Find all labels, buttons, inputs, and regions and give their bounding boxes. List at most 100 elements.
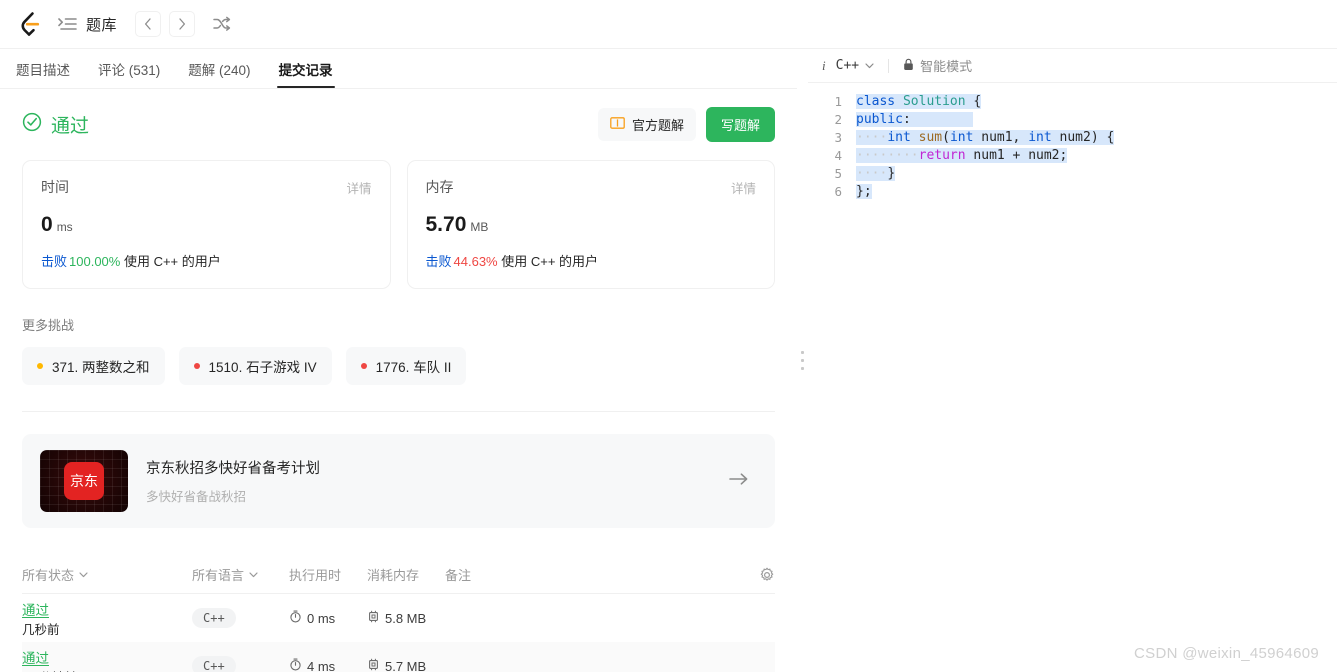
submission-runtime-value: 0 ms (307, 610, 336, 626)
submissions-table: 所有状态 所有语言 执行用时 消耗内存 备注 通过 几秒前 C++ 0 ms 5… (22, 556, 775, 672)
code-line-text: ········return num1 + num2; (856, 148, 1068, 163)
runtime-value-row: 0 ms (41, 213, 372, 237)
difficulty-dot-icon (360, 363, 367, 369)
code-line: 2 public: (808, 111, 1337, 129)
chevron-down-icon (79, 571, 88, 577)
memory-beat-prefix: 击败 (425, 254, 452, 269)
chevron-down-icon (865, 62, 874, 68)
submission-memory-value: 5.8 MB (385, 610, 427, 626)
verdict-row: 通过 官方题解 写题解 (22, 107, 775, 142)
promo-title: 京东秋招多快好省备考计划 (146, 461, 320, 477)
more-challenges-list: 371. 两整数之和 1510. 石子游戏 IV 1776. 车队 II (22, 347, 775, 385)
submission-memory-cell: 5.8 MB (367, 610, 445, 626)
tab-submissions[interactable]: 提交记录 (276, 59, 335, 88)
panel-resize-handle[interactable] (797, 49, 808, 672)
code-line-text: }; (856, 184, 872, 199)
arrow-right-icon[interactable] (729, 472, 757, 491)
memory-beat-value: 44.63% (453, 254, 498, 269)
code-line: 6 }; (808, 183, 1337, 201)
challenge-chip[interactable]: 371. 两整数之和 (22, 347, 165, 385)
table-row[interactable]: 通过 16 分钟前 C++ (22, 642, 775, 672)
table-row[interactable]: 通过 几秒前 C++ 0 ms 5.8 MB (22, 594, 775, 642)
submission-status-link[interactable]: 通过 (22, 599, 192, 619)
code-editor[interactable]: 1 class Solution { 2 public: 3 ····int s… (808, 83, 1337, 201)
memory-chip-icon (367, 658, 380, 672)
leetcode-submission-page: 题库 题目描述 评论 (531) 题解 (240) 提交记录 通过 官方题解 写… (0, 0, 1337, 672)
challenge-chip[interactable]: 1776. 车队 II (345, 347, 467, 385)
language-selector[interactable]: C++ (836, 58, 874, 73)
submission-memory-cell: 5.7 MB (367, 658, 445, 672)
official-solution-label: 官方题解 (631, 118, 684, 133)
code-line-text: class Solution { (856, 94, 982, 109)
official-solution-button[interactable]: 官方题解 (597, 108, 696, 141)
runtime-beat-suffix: 使用 C++ 的用户 (123, 254, 221, 269)
left-panel: 题目描述 评论 (531) 题解 (240) 提交记录 通过 官方题解 写题解 … (0, 49, 797, 672)
memory-value: 5.70 (425, 213, 467, 236)
memory-chip-icon (367, 610, 380, 626)
memory-unit: MB (470, 220, 489, 234)
challenge-label: 1510. 石子游戏 IV (208, 360, 317, 375)
filter-language-label: 所有语言 (192, 568, 245, 583)
main-body: 题目描述 评论 (531) 题解 (240) 提交记录 通过 官方题解 写题解 … (0, 49, 1337, 672)
promo-banner[interactable]: 京东 京东秋招多快好省备考计划 多快好省备战秋招 (22, 434, 775, 528)
problem-list-icon[interactable] (56, 13, 78, 35)
more-challenges-title: 更多挑战 (22, 318, 75, 333)
promo-brand-logo: 京东 (64, 462, 104, 500)
submission-result-content: 通过 官方题解 写题解 时间 详情 0 ms 击败 100.00% 使用 C++… (0, 89, 797, 672)
gear-icon[interactable] (745, 567, 775, 583)
line-number: 5 (834, 166, 842, 181)
code-line-text: ····int sum(int num1, int num2) { (856, 130, 1115, 145)
memory-card: 内存 详情 5.70 MB 击败 44.63% 使用 C++ 的用户 (406, 160, 775, 289)
language-selector-label: C++ (835, 58, 860, 73)
line-number: 4 (834, 148, 842, 163)
smart-mode-label: 智能模式 (920, 59, 973, 74)
next-problem-button[interactable] (169, 11, 196, 37)
prev-problem-button[interactable] (135, 11, 162, 37)
shuffle-icon[interactable] (209, 11, 235, 37)
filter-status[interactable]: 所有状态 (22, 565, 192, 584)
memory-detail-link[interactable]: 详情 (731, 178, 756, 197)
editor-toolbar: i C++ 智能模式 (808, 49, 1337, 83)
column-runtime: 执行用时 (289, 568, 342, 583)
runtime-unit: ms (56, 220, 73, 234)
submission-status-link[interactable]: 通过 (22, 647, 192, 667)
stats-cards: 时间 详情 0 ms 击败 100.00% 使用 C++ 的用户 内存 详情 5… (22, 160, 775, 289)
line-number: 6 (834, 184, 842, 199)
runtime-beat-row: 击败 100.00% 使用 C++ 的用户 (41, 251, 372, 270)
challenge-label: 371. 两整数之和 (52, 360, 150, 375)
write-solution-button[interactable]: 写题解 (705, 107, 775, 142)
stopwatch-icon (289, 658, 302, 672)
runtime-card: 时间 详情 0 ms 击败 100.00% 使用 C++ 的用户 (22, 160, 391, 289)
challenge-label: 1776. 车队 II (375, 360, 452, 375)
submission-status-cell: 通过 几秒前 (22, 599, 192, 638)
tab-description[interactable]: 题目描述 (16, 59, 70, 88)
challenge-chip[interactable]: 1510. 石子游戏 IV (178, 347, 332, 385)
runtime-beat-prefix: 击败 (41, 254, 68, 269)
code-editor-panel: i C++ 智能模式 1 class Solution {2 public: … (808, 49, 1337, 672)
submission-status-cell: 通过 16 分钟前 (22, 647, 192, 672)
difficulty-dot-icon (193, 363, 200, 369)
code-line: 3 ····int sum(int num1, int num2) { (808, 129, 1337, 147)
info-icon[interactable]: i (822, 58, 826, 74)
smart-mode-toggle[interactable]: 智能模式 (903, 56, 972, 75)
submission-runtime-value: 4 ms (307, 658, 336, 672)
memory-beat-row: 击败 44.63% 使用 C++ 的用户 (426, 251, 757, 270)
page-title: 题库 (86, 16, 118, 34)
code-line: 1 class Solution { (808, 93, 1337, 111)
runtime-value: 0 (41, 213, 53, 236)
memory-card-title: 内存 (425, 179, 454, 195)
column-note: 备注 (445, 568, 472, 583)
runtime-detail-link[interactable]: 详情 (346, 178, 371, 197)
submission-language-cell: C++ (192, 656, 289, 672)
language-pill: C++ (192, 608, 236, 628)
chevron-down-icon (249, 571, 258, 577)
leetcode-logo-icon[interactable] (14, 9, 44, 39)
memory-beat-suffix: 使用 C++ 的用户 (501, 254, 599, 269)
tab-comments[interactable]: 评论 (531) (98, 59, 160, 88)
promo-text-block: 京东秋招多快好省备考计划 多快好省备战秋招 (146, 457, 711, 505)
filter-language[interactable]: 所有语言 (192, 565, 289, 584)
tab-solutions[interactable]: 题解 (240) (188, 59, 250, 88)
book-icon (610, 116, 625, 133)
difficulty-dot-icon (37, 363, 43, 369)
code-line: 5 ····} (808, 165, 1337, 183)
